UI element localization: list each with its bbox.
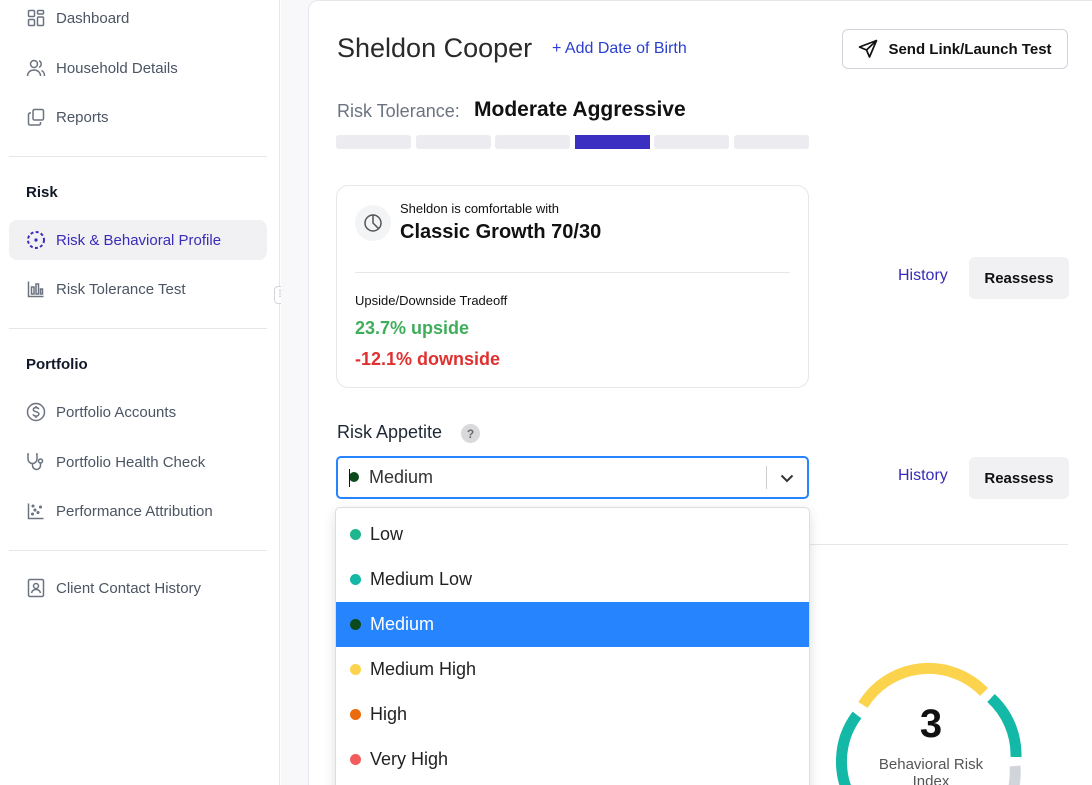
- stethoscope-icon: [26, 452, 46, 472]
- text-cursor: [349, 469, 350, 487]
- grid-icon: [26, 8, 46, 28]
- sidebar-item-label: Dashboard: [56, 9, 130, 27]
- comfort-text: Sheldon is comfortable with: [400, 201, 559, 216]
- gauge-segment-green-left: [836, 711, 862, 785]
- send-icon: [858, 39, 878, 59]
- option-label: High: [370, 704, 408, 724]
- risk-appetite-menu: Low Medium Low Medium Medium High High Very H…: [335, 507, 810, 785]
- risk-level-segment: [733, 135, 809, 149]
- send-link-button[interactable]: Send Link/Launch Test: [842, 29, 1068, 69]
- sidebar-item-risk-tolerance-test[interactable]: Risk Tolerance Test: [9, 269, 267, 309]
- appetite-history-link[interactable]: History: [898, 467, 948, 485]
- risk-appetite-selected-value: Medium: [369, 467, 434, 487]
- tradeoff-label: Upside/Downside Tradeoff: [355, 293, 508, 308]
- option-label: Medium Low: [370, 569, 473, 589]
- sidebar-item-label: Portfolio Health Check: [56, 453, 206, 471]
- risk-appetite-option[interactable]: Very High: [336, 737, 809, 782]
- add-dob-link[interactable]: + Add Date of Birth: [552, 40, 687, 58]
- color-dot-icon: [350, 529, 361, 540]
- gauge-segment-yellow: [858, 662, 988, 708]
- color-dot-icon: [350, 709, 361, 720]
- color-dot-icon: [350, 574, 361, 585]
- sidebar-item-reports[interactable]: Reports: [9, 97, 267, 137]
- sidebar-item-client-contact-history[interactable]: Client Contact History: [9, 568, 267, 608]
- sidebar-item-dashboard[interactable]: Dashboard: [9, 0, 267, 38]
- sidebar-item-portfolio-accounts[interactable]: Portfolio Accounts: [9, 392, 267, 432]
- risk-level-segment: [336, 135, 411, 149]
- downside-value: -12.1% downside: [355, 349, 501, 369]
- sidebar-item-label: Client Contact History: [56, 579, 202, 597]
- sidebar-item-label: Household Details: [56, 59, 178, 77]
- gauge-segment-gray: [1008, 765, 1021, 785]
- risk-tolerance-value: Moderate Aggressive: [474, 98, 686, 121]
- risk-level-segment: [415, 135, 491, 149]
- chevron-down-icon[interactable]: [778, 469, 796, 487]
- users-icon: [26, 58, 46, 78]
- help-icon[interactable]: ?: [461, 424, 480, 443]
- sidebar: Dashboard Household Details Reports Risk…: [0, 0, 280, 785]
- sidebar-item-label: Risk Tolerance Test: [56, 280, 186, 298]
- dashed-circle-icon: [26, 230, 46, 250]
- sidebar-item-household-details[interactable]: Household Details: [9, 48, 267, 88]
- color-dot-icon: [350, 619, 361, 630]
- risk-level-segment: [495, 135, 570, 149]
- risk-level-segment: [574, 135, 650, 149]
- risk-tolerance-label: Risk Tolerance:: [337, 101, 460, 121]
- sidebar-item-label: Performance Attribution: [56, 502, 213, 520]
- gauge-segment-green-right: [987, 693, 1022, 758]
- contact-card-icon: [26, 578, 46, 598]
- tolerance-reassess-button[interactable]: Reassess: [969, 257, 1069, 299]
- pie-chart-icon: [355, 205, 391, 241]
- sidebar-item-label: Risk & Behavioral Profile: [56, 231, 222, 249]
- option-label: Medium High: [370, 659, 477, 679]
- sidebar-divider: [9, 328, 267, 329]
- portfolio-model-name: Classic Growth 70/30: [400, 221, 602, 243]
- section-title-portfolio: Portfolio: [26, 356, 88, 373]
- upside-value: 23.7% upside: [355, 318, 470, 338]
- option-label: Very High: [370, 749, 449, 769]
- client-name: Sheldon Cooper: [337, 33, 533, 63]
- sidebar-item-risk-behavioral-profile[interactable]: Risk & Behavioral Profile: [9, 220, 267, 260]
- section-divider: [810, 544, 1068, 545]
- dollar-circle-icon: [26, 402, 46, 422]
- risk-appetite-option[interactable]: Low: [336, 512, 809, 557]
- sidebar-item-performance-attribution[interactable]: Performance Attribution: [9, 491, 267, 531]
- bar-chart-icon: [26, 279, 46, 299]
- card-divider: [355, 272, 790, 273]
- behavioral-score: 3: [919, 702, 943, 746]
- section-title-risk: Risk: [26, 184, 58, 201]
- option-label: Medium: [370, 614, 435, 634]
- sidebar-divider: [9, 156, 267, 157]
- color-dot-icon: [350, 754, 361, 765]
- send-link-label: Send Link/Launch Test: [888, 40, 1052, 58]
- copy-icon: [26, 107, 46, 127]
- sidebar-divider: [9, 550, 267, 551]
- sidebar-item-portfolio-health-check[interactable]: Portfolio Health Check: [9, 442, 267, 482]
- selected-color-dot: [349, 472, 359, 482]
- risk-appetite-option[interactable]: Medium: [336, 602, 809, 647]
- select-separator: [766, 466, 767, 489]
- risk-appetite-option[interactable]: Medium High: [336, 647, 809, 692]
- appetite-reassess-button[interactable]: Reassess: [969, 457, 1069, 499]
- sidebar-item-label: Reports: [56, 108, 109, 126]
- scatter-icon: [26, 501, 46, 521]
- behavioral-label: Behavioral Risk Index: [878, 756, 984, 785]
- tolerance-history-link[interactable]: History: [898, 267, 948, 285]
- color-dot-icon: [350, 664, 361, 675]
- risk-level-segment: [654, 135, 729, 149]
- risk-appetite-option[interactable]: High: [336, 692, 809, 737]
- risk-appetite-option[interactable]: Medium Low: [336, 557, 809, 602]
- sidebar-item-label: Portfolio Accounts: [56, 403, 177, 421]
- risk-appetite-label: Risk Appetite: [337, 422, 443, 442]
- option-label: Low: [370, 524, 404, 544]
